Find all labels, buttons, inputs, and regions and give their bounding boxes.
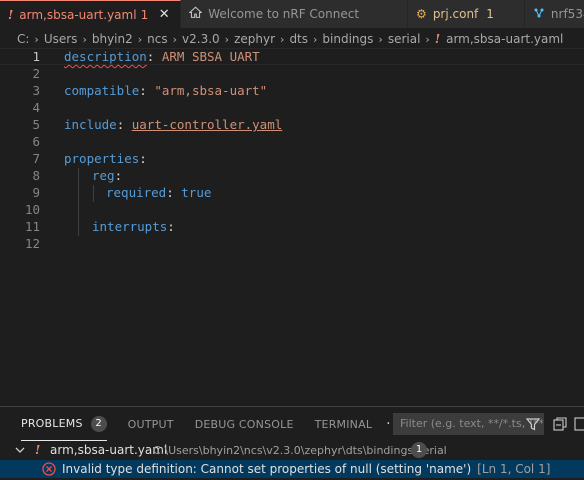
gear-icon: ⚙ [416,7,427,21]
chevron-right-icon: › [172,32,178,46]
line-number: 1 [32,49,40,64]
chevron-right-icon: › [313,32,318,46]
tab-arm-sbsa-uart-yaml[interactable]: ! arm,sbsa-uart.yaml 1 ✕ [0,0,182,28]
tab-label: arm,sbsa-uart.yaml [19,7,137,22]
error-icon [42,462,56,476]
line-number: 10 [24,202,40,217]
code-line[interactable]: 4 [0,99,584,116]
tab-label: Welcome to nRF Connect [208,7,360,21]
tab-label: prj.conf [432,7,479,21]
tab-nrf5340-audio-dk[interactable]: nrf5340_audio_dk_ [524,0,584,28]
line-number: 7 [32,151,40,166]
line-number: 4 [32,100,40,115]
code-text: properties: [64,151,147,166]
problem-file-name: arm,sbsa-uart.yaml [50,443,168,457]
code-line[interactable]: 11 interrupts: [0,218,584,235]
chevron-right-icon: › [224,32,230,46]
collapse-all-icon[interactable] [553,417,567,431]
tab-problem-count: 1 [140,7,149,22]
breadcrumb: C: › Users › bhyin2 › ncs › v2.3.0 › zephyr › … [0,28,584,50]
line-number: 5 [32,117,40,132]
problem-location: [Ln 1, Col 1] [477,462,551,476]
line-number: 6 [32,134,40,149]
tab-output[interactable]: OUTPUT [128,407,174,441]
filter-icon[interactable] [525,416,541,432]
code-text: compatible: "arm,sbsa-uart" [64,83,268,98]
code-text: include: uart-controller.yaml [64,117,283,132]
code-text: interrupts: [92,219,175,234]
breadcrumb-item[interactable]: C: [17,32,29,46]
breadcrumb-item[interactable]: dts [289,32,308,46]
code-line[interactable]: 12 [0,235,584,252]
code-line[interactable]: 6 [0,133,584,150]
breadcrumb-item[interactable]: v2.3.0 [182,32,220,46]
breadcrumb-item[interactable]: serial [388,32,421,46]
problem-file-path: C:\Users\bhyin2\ncs\v2.3.0\zephyr\dts\bi… [153,443,447,457]
close-icon[interactable]: ✕ [156,7,172,22]
problems-filter-input[interactable]: Filter (e.g. text, **/*.ts, !**... [393,413,544,435]
code-editor[interactable]: 1 description: ARM SBSA UART 2 3 compati… [0,48,584,404]
chevron-right-icon: › [280,32,285,46]
code-text: description: ARM SBSA UART [64,49,260,64]
breadcrumb-item[interactable]: zephyr [234,32,275,46]
problems-count-badge: 2 [90,415,107,432]
chevron-right-icon: › [425,32,430,46]
chevron-right-icon: › [378,32,383,46]
tab-debug-console[interactable]: DEBUG CONSOLE [195,407,294,441]
breadcrumb-item[interactable]: arm,sbsa-uart.yaml [446,32,563,46]
breadcrumb-item[interactable]: bhyin2 [92,32,133,46]
include-link[interactable]: uart-controller.yaml [132,117,283,132]
chevron-down-icon[interactable] [15,445,25,455]
tab-problem-count: 1 [486,7,494,21]
tab-prj-conf[interactable]: ⚙ prj.conf 1 [408,0,525,28]
code-line[interactable]: 1 description: ARM SBSA UART [0,48,584,65]
chevron-right-icon: › [137,32,143,46]
yaml-error-icon: ! [35,443,41,457]
bottom-panel: PROBLEMS 2 OUTPUT DEBUG CONSOLE TERMINAL… [0,406,584,480]
code-text: required: true [106,185,212,200]
code-text: reg: [92,168,123,183]
problem-item[interactable]: Invalid type definition: Cannot set prop… [0,460,584,478]
line-number: 8 [32,168,40,183]
problem-message: Invalid type definition: Cannot set prop… [62,462,551,476]
yaml-error-icon: ! [434,32,441,46]
yaml-error-icon: ! [8,7,14,22]
line-number: 9 [32,185,40,200]
problems-file-row[interactable]: ! arm,sbsa-uart.yaml C:\Users\bhyin2\ncs… [0,441,584,459]
view-toggle-icon[interactable] [574,417,584,431]
code-line[interactable]: 10 [0,201,584,218]
line-number: 11 [24,219,40,234]
line-number: 12 [24,236,40,251]
code-line[interactable]: 5 include: uart-controller.yaml [0,116,584,133]
tab-welcome-nrf-connect[interactable]: Welcome to nRF Connect [181,0,409,28]
line-number: 2 [32,66,40,81]
tab-label: nrf5340_audio_dk_ [550,7,584,21]
chevron-right-icon: › [82,32,87,46]
code-line[interactable]: 8 reg: [0,167,584,184]
code-line[interactable]: 9 required: true [0,184,584,201]
chevron-right-icon: › [34,32,39,46]
code-line[interactable]: 3 compatible: "arm,sbsa-uart" [0,82,584,99]
editor-tab-bar: ! arm,sbsa-uart.yaml 1 ✕ Welcome to nRF … [0,0,584,28]
home-icon [188,6,203,22]
code-line[interactable]: 2 [0,65,584,82]
breadcrumb-item[interactable]: ncs [147,32,167,46]
devicetree-icon [533,7,545,22]
tab-terminal[interactable]: TERMINAL [315,407,373,441]
line-number: 3 [32,83,40,98]
breadcrumb-item[interactable]: Users [44,32,78,46]
code-line[interactable]: 7 properties: [0,150,584,167]
tab-problems[interactable]: PROBLEMS 2 [21,407,107,441]
file-problem-count-badge: 1 [411,442,427,458]
breadcrumb-item[interactable]: bindings [322,32,373,46]
